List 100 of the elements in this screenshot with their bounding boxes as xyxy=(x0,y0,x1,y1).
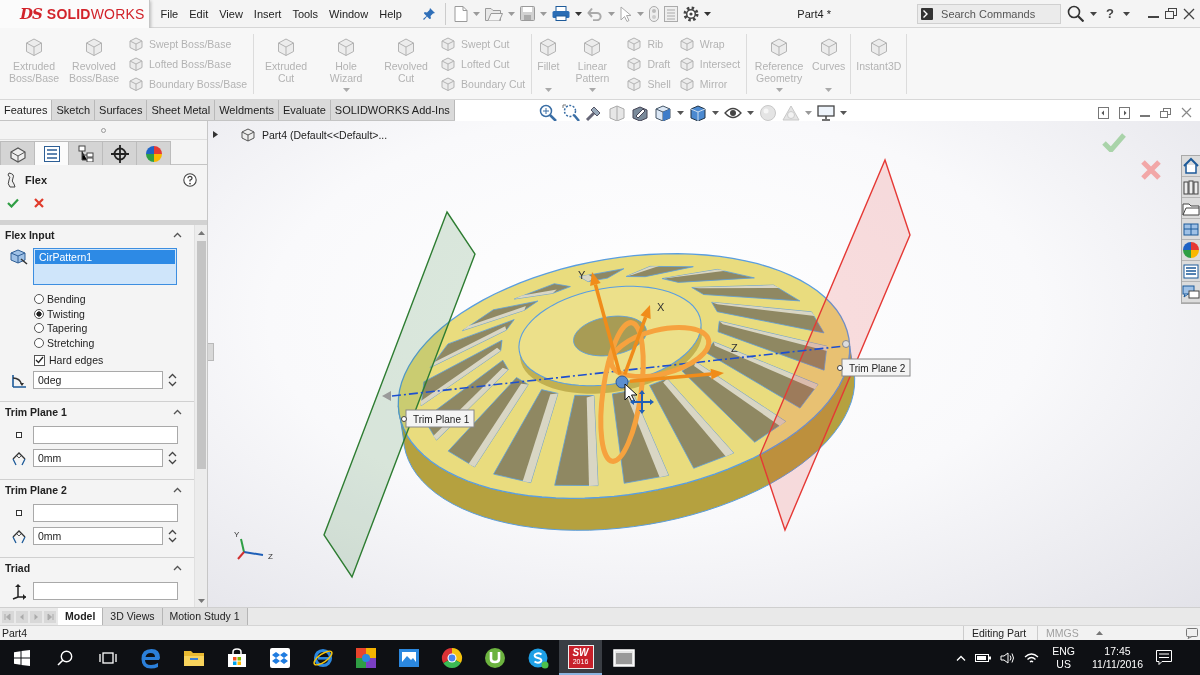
search-icon[interactable] xyxy=(1067,5,1085,22)
scroll-up-icon[interactable] xyxy=(197,231,205,235)
home-icon[interactable] xyxy=(1182,156,1200,177)
spinner-icon[interactable] xyxy=(168,451,177,465)
panel-tab[interactable] xyxy=(102,141,137,165)
caret-icon[interactable] xyxy=(711,110,719,115)
radio-button[interactable] xyxy=(34,323,44,334)
trim-plane[interactable] xyxy=(323,210,476,579)
caret-icon[interactable] xyxy=(575,11,583,16)
trim-plane[interactable] xyxy=(759,158,911,532)
bottom-tab[interactable]: 3D Views xyxy=(103,608,163,625)
scroll-down-icon[interactable] xyxy=(197,599,205,603)
close-icon[interactable] xyxy=(1183,7,1195,20)
selection-field[interactable] xyxy=(33,582,178,600)
splitter-handle[interactable] xyxy=(208,343,214,361)
search-icon[interactable] xyxy=(56,649,73,666)
chevron-up-icon[interactable] xyxy=(956,654,967,661)
check-icon[interactable] xyxy=(7,198,19,208)
radio-button[interactable] xyxy=(34,337,44,348)
pencil-hexagon-icon[interactable] xyxy=(630,103,649,122)
shaded-cube-icon[interactable] xyxy=(688,103,707,122)
print-icon[interactable] xyxy=(552,6,571,21)
menu-item[interactable]: View xyxy=(213,7,249,20)
number-field[interactable]: 0deg xyxy=(33,371,163,389)
expand-arrow-icon[interactable] xyxy=(213,131,218,138)
language-indicator[interactable]: ENG US xyxy=(1048,644,1079,671)
open-box-icon[interactable] xyxy=(269,647,290,668)
caret-icon[interactable] xyxy=(839,110,847,115)
tree-item[interactable]: Part4 (Default<<Default>... xyxy=(262,128,388,141)
notification-icon[interactable] xyxy=(1156,650,1172,665)
cross-icon[interactable] xyxy=(34,198,44,208)
shopping-bag-icon[interactable] xyxy=(226,647,247,668)
chat-circle-icon[interactable] xyxy=(526,646,549,669)
clock[interactable]: 17:45 11/11/2016 xyxy=(1088,644,1147,671)
new-document-icon[interactable] xyxy=(454,5,469,22)
restore-icon[interactable] xyxy=(1160,107,1171,118)
menu-item[interactable]: File xyxy=(155,7,184,20)
restore-icon[interactable] xyxy=(1165,8,1177,19)
caret-icon[interactable] xyxy=(676,110,684,115)
panel-tab[interactable] xyxy=(68,141,103,165)
books-icon[interactable] xyxy=(1182,177,1200,198)
arrow-handle-icon[interactable] xyxy=(382,391,391,401)
folder-icon[interactable] xyxy=(182,648,205,667)
checkbox-label[interactable]: Hard edges xyxy=(49,354,104,366)
option-label[interactable]: Tapering xyxy=(47,322,88,335)
browser-e-icon[interactable] xyxy=(139,646,162,669)
save-icon[interactable] xyxy=(520,6,536,21)
scrollbar-thumb[interactable] xyxy=(196,241,206,469)
menu-item[interactable]: Window xyxy=(323,7,374,20)
window-frame-icon[interactable] xyxy=(612,647,635,668)
color-grid-icon[interactable] xyxy=(355,647,376,668)
panel-tab[interactable] xyxy=(34,141,69,165)
selection-field[interactable] xyxy=(33,426,178,444)
caret-icon[interactable] xyxy=(1123,11,1130,16)
tile-left-icon[interactable] xyxy=(1098,106,1109,119)
windows-logo-icon[interactable] xyxy=(13,649,30,666)
battery-icon[interactable] xyxy=(975,652,992,663)
list-item[interactable]: CirPattern1 xyxy=(35,250,175,264)
drag-handle-icon[interactable] xyxy=(842,340,850,348)
option-label[interactable]: Stretching xyxy=(47,336,95,349)
help-button[interactable]: ? xyxy=(1103,6,1117,21)
collapse-caret-icon[interactable] xyxy=(173,232,182,238)
tricolor-circle-icon[interactable] xyxy=(440,646,463,669)
number-field[interactable]: 0mm xyxy=(33,527,163,545)
task-view-icon[interactable] xyxy=(98,650,117,665)
settings-icon[interactable] xyxy=(683,5,700,22)
collapse-caret-icon[interactable] xyxy=(173,565,182,571)
spinner-icon[interactable] xyxy=(168,373,177,387)
picture-tile-icon[interactable] xyxy=(398,648,419,667)
check-icon[interactable] xyxy=(1102,133,1126,152)
grip-icon[interactable] xyxy=(101,127,106,133)
checkbox[interactable] xyxy=(34,354,45,366)
selection-field[interactable] xyxy=(33,504,178,522)
bottom-tab[interactable]: Model xyxy=(58,608,104,625)
open-folder-icon[interactable] xyxy=(485,6,504,21)
monitor-icon[interactable] xyxy=(816,104,835,121)
scrollbar[interactable] xyxy=(194,225,207,607)
wifi-icon[interactable] xyxy=(1024,651,1040,664)
ribbon-tab[interactable]: Features xyxy=(0,100,53,120)
option-label[interactable]: Twisting xyxy=(47,307,85,320)
collapse-caret-icon[interactable] xyxy=(173,409,182,415)
tile-right-icon[interactable] xyxy=(1119,106,1130,119)
bottom-tab[interactable]: Motion Study 1 xyxy=(162,608,248,625)
panel-tab[interactable] xyxy=(0,141,35,165)
triad-origin-icon[interactable] xyxy=(615,375,629,389)
download-circle-icon[interactable] xyxy=(483,646,506,669)
message-icon[interactable] xyxy=(1186,627,1198,639)
caret-icon[interactable] xyxy=(746,110,754,115)
collapse-caret-icon[interactable] xyxy=(173,487,182,493)
pin-icon[interactable] xyxy=(423,7,436,20)
eye-icon[interactable] xyxy=(723,105,742,120)
dashed-magnifier-icon[interactable] xyxy=(561,103,580,122)
number-field[interactable]: 0mm xyxy=(33,449,163,467)
rotation-ring[interactable] xyxy=(598,320,646,464)
menu-item[interactable]: Insert xyxy=(248,7,287,20)
caret-up-icon[interactable] xyxy=(1096,631,1103,635)
menu-item[interactable]: Edit xyxy=(183,7,214,20)
menu-item[interactable]: Tools xyxy=(286,7,324,20)
trim-plane-label[interactable]: Trim Plane 1 xyxy=(405,409,475,428)
menu-item[interactable]: Help xyxy=(373,7,408,20)
